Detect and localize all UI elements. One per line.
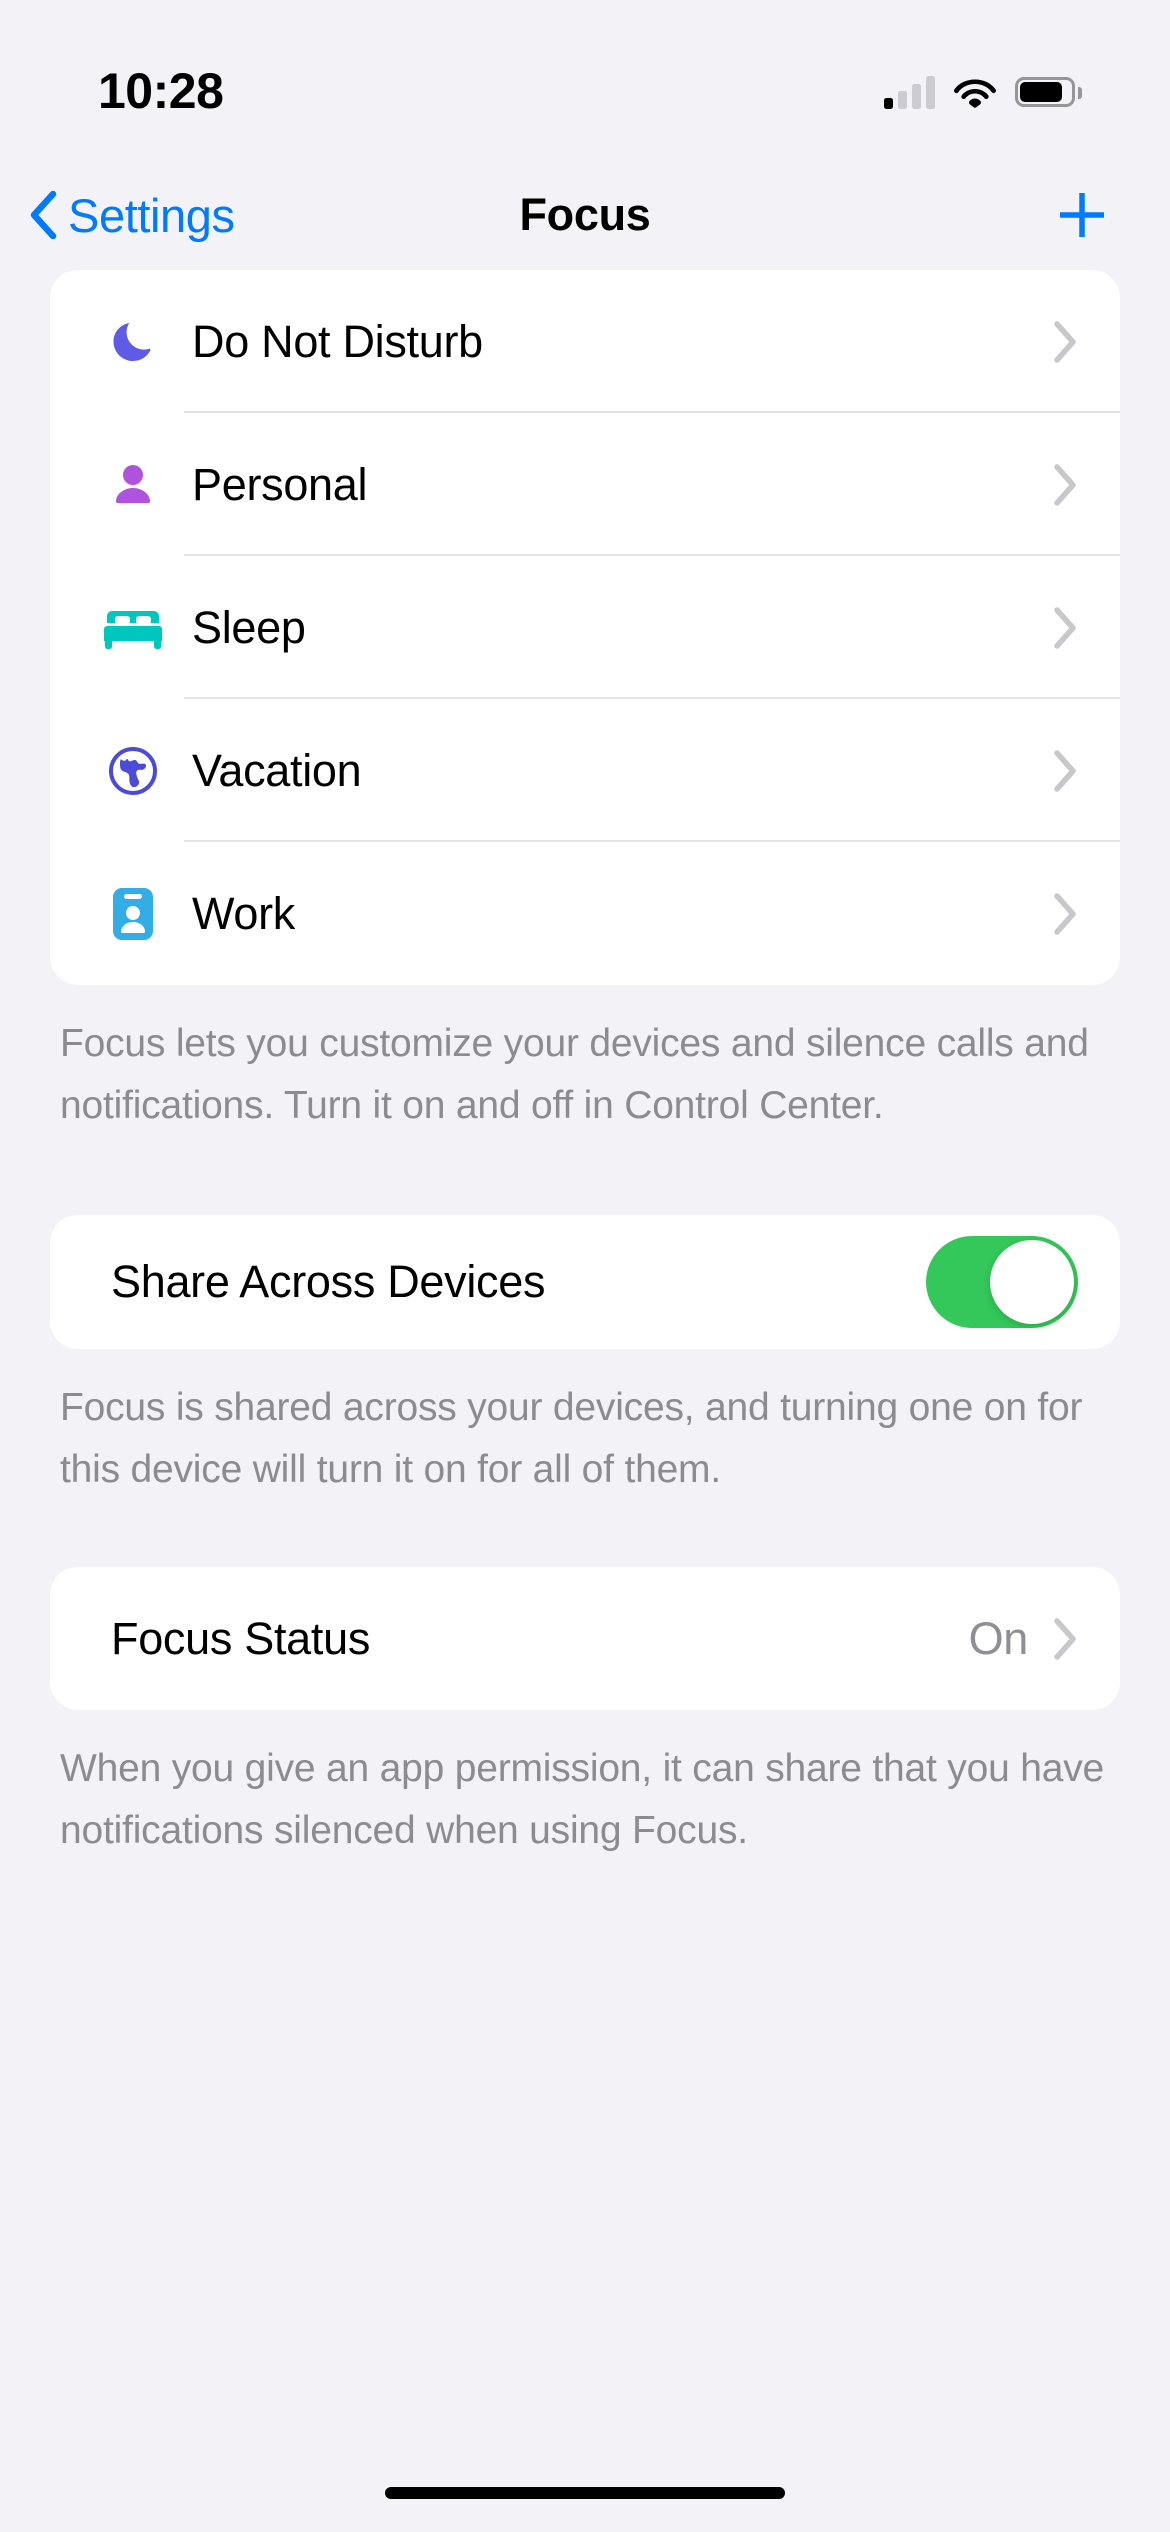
focus-row-sleep[interactable]: Sleep xyxy=(50,556,1120,699)
add-focus-button[interactable] xyxy=(1054,160,1110,270)
share-across-devices-card: Share Across Devices xyxy=(50,1215,1120,1349)
person-icon xyxy=(103,460,163,510)
focus-row-personal[interactable]: Personal xyxy=(50,413,1120,556)
status-bar: 10:28 xyxy=(0,0,1170,160)
focus-status-row[interactable]: Focus Status On xyxy=(50,1567,1120,1710)
focus-row-label: Personal xyxy=(192,458,368,510)
navigation-bar: Settings Focus xyxy=(0,160,1170,270)
page-title: Focus xyxy=(519,189,651,240)
chevron-right-icon xyxy=(1054,892,1076,935)
chevron-right-icon xyxy=(1054,320,1076,363)
focus-list-footer-text: Focus lets you customize your devices an… xyxy=(60,1022,1089,1127)
share-across-devices-label: Share Across Devices xyxy=(111,1256,546,1307)
share-across-devices-row[interactable]: Share Across Devices xyxy=(50,1215,1120,1349)
chevron-right-icon xyxy=(1054,463,1076,506)
focus-row-label: Do Not Disturb xyxy=(192,315,483,367)
focus-row-label: Vacation xyxy=(192,744,362,796)
wifi-icon xyxy=(954,79,996,108)
focus-row-work[interactable]: Work xyxy=(50,842,1120,985)
focus-status-value: On xyxy=(968,1612,1029,1664)
chevron-right-icon xyxy=(1054,606,1076,649)
bed-icon xyxy=(103,605,163,651)
focus-row-label: Work xyxy=(192,887,295,939)
globe-icon xyxy=(103,744,163,798)
plus-icon xyxy=(1060,193,1104,237)
settings-content: Do Not Disturb Personal Sleep Vacation W… xyxy=(0,270,1170,1862)
focus-status-card: Focus Status On xyxy=(50,1567,1120,1710)
focus-status-footer-text: When you give an app permission, it can … xyxy=(60,1747,1104,1852)
focus-row-do-not-disturb[interactable]: Do Not Disturb xyxy=(50,270,1120,413)
share-across-devices-toggle[interactable] xyxy=(926,1236,1078,1328)
focus-list-card: Do Not Disturb Personal Sleep Vacation W… xyxy=(50,270,1120,985)
home-indicator[interactable] xyxy=(385,2487,785,2499)
iphone-screen: 10:28 Settings Focus Do Not Disturb Pers… xyxy=(0,0,1170,2532)
chevron-right-icon xyxy=(1054,1617,1076,1660)
battery-icon xyxy=(1015,77,1082,107)
focus-row-label: Sleep xyxy=(192,601,306,653)
moon-icon xyxy=(103,315,163,369)
badge-icon xyxy=(103,886,163,942)
status-bar-indicators xyxy=(884,75,1082,109)
share-across-devices-footer-text: Focus is shared across your devices, and… xyxy=(60,1386,1083,1491)
focus-row-vacation[interactable]: Vacation xyxy=(50,699,1120,842)
focus-status-label: Focus Status xyxy=(111,1612,371,1664)
status-bar-time: 10:28 xyxy=(98,63,224,119)
cellular-signal-icon xyxy=(884,75,935,109)
chevron-right-icon xyxy=(1054,749,1076,792)
